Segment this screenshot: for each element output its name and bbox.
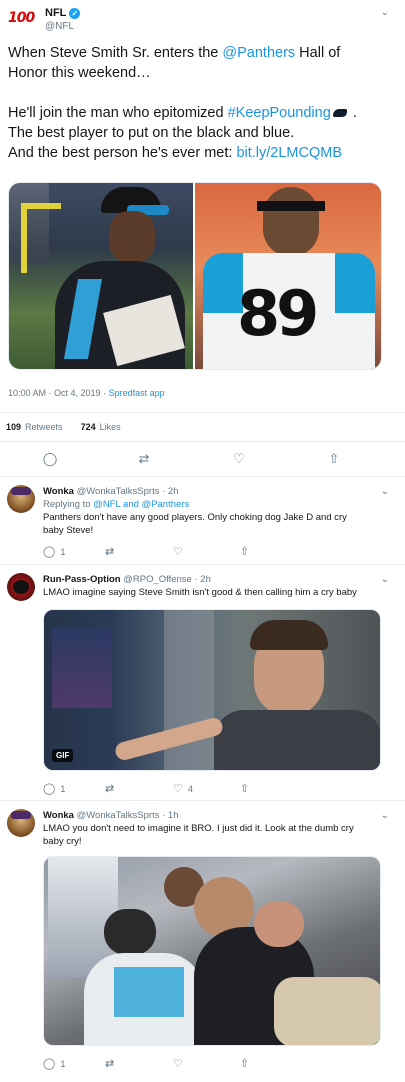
reply-button[interactable]: ◯ 1: [43, 1057, 65, 1070]
timestamp-text[interactable]: 10:00 AM · Oct 4, 2019 ·: [8, 388, 109, 398]
retweet-button[interactable]: ⇄: [105, 1057, 119, 1070]
retweets-label: Retweets: [25, 422, 63, 432]
retweets-stat[interactable]: 109 Retweets: [6, 422, 63, 432]
tweet-text-line: The best player to put on the black and …: [8, 125, 295, 141]
main-tweet: 100 NFL ✓ @NFL ⌄ When Steve Smith Sr. en…: [0, 0, 405, 477]
panthers-emoji-icon: [332, 109, 347, 118]
tweet-text-segment: And the best person he's ever met:: [8, 145, 237, 161]
retweet-icon: ⇄: [105, 783, 115, 795]
reply-author-name[interactable]: Run-Pass-Option: [43, 574, 121, 585]
reply-count: 1: [60, 1058, 66, 1069]
reply-author-name[interactable]: Wonka: [43, 486, 74, 497]
chevron-down-icon[interactable]: ⌄: [381, 811, 389, 821]
tweet-text-line: Honor this weekend…: [8, 65, 151, 81]
verified-badge-icon: ✓: [69, 7, 81, 19]
retweet-button[interactable]: ⇄: [105, 782, 119, 795]
chevron-down-icon[interactable]: ⌄: [381, 8, 389, 18]
avatar[interactable]: [7, 485, 35, 513]
likes-label: Likes: [99, 422, 121, 432]
retweet-icon: ⇄: [105, 1058, 115, 1070]
tweet-text-segment: He'll join the man who epitomized: [8, 105, 228, 121]
reply-handle-time: @WonkaTalksSprts · 2h: [76, 486, 179, 497]
reply-text-line: baby cry!: [43, 836, 82, 847]
tweet-text-segment: Hall of: [295, 45, 341, 61]
reply-handle-time: @WonkaTalksSprts · 1h: [76, 810, 179, 821]
share-icon[interactable]: ⇧: [324, 449, 344, 469]
reply-actions: ◯ 1 ⇄ ♡ 4 ⇧: [43, 782, 283, 796]
tweet-timestamp: 10:00 AM · Oct 4, 2019 · Spredfast app: [8, 388, 165, 398]
reply-count: 1: [60, 546, 66, 557]
retweet-icon: ⇄: [105, 546, 115, 558]
tweet-text: When Steve Smith Sr. enters the @Panther…: [8, 43, 393, 163]
author-name[interactable]: NFL: [45, 6, 66, 20]
photo-number-89[interactable]: 89: [195, 183, 381, 369]
short-url-link[interactable]: bit.ly/2LMCQMB: [236, 145, 342, 161]
share-icon: ⇧: [240, 783, 250, 795]
source-app-link[interactable]: Spredfast app: [109, 388, 165, 398]
reply-tweet[interactable]: Run-Pass-Option @RPO_Offense · 2h LMAO i…: [0, 565, 405, 801]
retweets-count: 109: [6, 422, 22, 432]
reply-actions: ◯ 1 ⇄ ♡ ⇧: [43, 545, 283, 559]
reply-icon: ◯: [43, 1058, 56, 1070]
chevron-down-icon[interactable]: ⌄: [381, 575, 389, 585]
replying-label: Replying to: [43, 499, 94, 510]
heart-icon: ♡: [173, 546, 183, 558]
reply-tweet[interactable]: Wonka @WonkaTalksSprts · 2h Replying to …: [0, 477, 405, 565]
tweet-actions: ◯ ⇄ ♡ ⇧: [0, 449, 405, 471]
reply-count: 1: [60, 783, 66, 794]
retweet-icon[interactable]: ⇄: [134, 449, 154, 469]
reply-button[interactable]: ◯ 1: [43, 545, 65, 558]
replying-to-link[interactable]: @NFL and @Panthers: [93, 499, 189, 510]
like-button[interactable]: ♡: [173, 545, 188, 558]
reply-author-name[interactable]: Wonka: [43, 810, 74, 821]
share-button[interactable]: ⇧: [240, 782, 254, 795]
tweet-author[interactable]: 100 NFL ✓ @NFL: [8, 6, 81, 33]
tweet-media[interactable]: 89: [8, 182, 382, 370]
tweet-text-segment: When Steve Smith Sr. enters the: [8, 45, 223, 61]
logo-text: 100: [8, 10, 35, 26]
reply-handle-time: @RPO_Offense · 2h: [123, 574, 211, 585]
gif-badge: GIF: [52, 749, 74, 762]
reply-icon: ◯: [43, 546, 56, 558]
chevron-down-icon[interactable]: ⌄: [381, 487, 389, 497]
avatar[interactable]: [7, 809, 35, 837]
share-button[interactable]: ⇧: [240, 1057, 254, 1070]
tweet-text-segment: .: [348, 105, 357, 121]
reply-text-line: LMAO imagine saying Steve Smith isn't go…: [43, 587, 357, 598]
mention-link-panthers[interactable]: @Panthers: [222, 45, 295, 61]
engagement-stats: 109 Retweets 724 Likes: [0, 412, 405, 442]
gif-media[interactable]: GIF: [43, 609, 381, 771]
author-handle[interactable]: @NFL: [45, 20, 80, 33]
reply-text-line: baby Steve!: [43, 525, 94, 536]
retweet-button[interactable]: ⇄: [105, 545, 119, 558]
reply-text-line: LMAO you don't need to imagine it BRO. I…: [43, 823, 354, 834]
hashtag-link-keeppounding[interactable]: #KeepPounding: [228, 105, 331, 121]
nfl-100-logo[interactable]: 100: [8, 10, 38, 30]
like-button[interactable]: ♡: [173, 1057, 188, 1070]
reply-text-line: Panthers don't have any good players. On…: [43, 512, 347, 523]
share-icon: ⇧: [240, 546, 250, 558]
avatar[interactable]: [7, 573, 35, 601]
reply-icon: ◯: [43, 783, 56, 795]
heart-icon: ♡: [173, 783, 183, 795]
photo-media[interactable]: [43, 856, 381, 1046]
reply-button[interactable]: ◯ 1: [43, 782, 65, 795]
share-icon: ⇧: [240, 1058, 250, 1070]
likes-count: 724: [80, 422, 96, 432]
heart-icon[interactable]: ♡: [229, 449, 249, 469]
likes-stat[interactable]: 724 Likes: [81, 422, 121, 432]
like-count: 4: [187, 783, 193, 794]
photo-man-in-cap[interactable]: [9, 183, 193, 369]
heart-icon: ♡: [173, 1058, 183, 1070]
like-button[interactable]: ♡ 4: [173, 782, 193, 795]
reply-icon[interactable]: ◯: [40, 449, 60, 469]
reply-tweet[interactable]: Wonka @WonkaTalksSprts · 1h LMAO you don…: [0, 801, 405, 1082]
share-button[interactable]: ⇧: [240, 545, 254, 558]
reply-actions: ◯ 1 ⇄ ♡ ⇧: [43, 1057, 283, 1071]
